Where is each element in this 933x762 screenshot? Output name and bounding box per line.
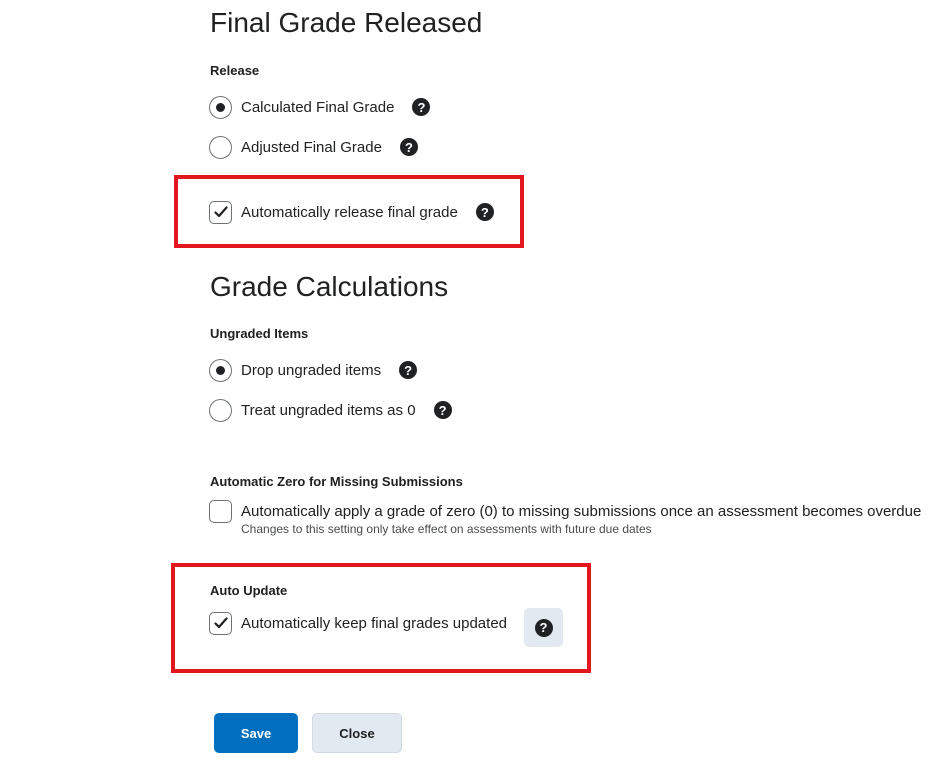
release-section-label: Release — [210, 63, 260, 78]
question-mark-icon[interactable]: ? — [399, 138, 418, 156]
radio-button[interactable] — [209, 135, 232, 159]
radio-button-selected[interactable] — [209, 95, 232, 119]
grade-calculations-heading: Grade Calculations — [210, 271, 449, 302]
question-mark-icon[interactable]: ? — [412, 98, 431, 116]
radio-treat-ungraded-as-zero[interactable]: Treat ungraded items as 0 ? — [209, 398, 452, 422]
radio-drop-ungraded-items[interactable]: Drop ungraded items ? — [209, 358, 418, 382]
question-mark-icon[interactable]: ? — [475, 203, 494, 221]
question-mark-icon[interactable]: ? — [399, 361, 418, 379]
checkmark-icon — [213, 206, 228, 218]
checkbox-checked[interactable] — [209, 200, 232, 224]
radio-calculated-final-grade[interactable]: Calculated Final Grade ? — [209, 95, 431, 119]
ungraded-items-label: Ungraded Items — [210, 326, 309, 341]
auto-update-help-button[interactable]: ? — [524, 608, 563, 647]
radio-button[interactable] — [209, 398, 232, 422]
checkmark-icon — [213, 617, 228, 629]
checkbox-auto-zero-missing[interactable]: Automatically apply a grade of zero (0) … — [209, 499, 921, 523]
checkbox-label: Automatically apply a grade of zero (0) … — [241, 502, 922, 520]
checkbox-auto-release-final-grade[interactable]: Automatically release final grade ? — [209, 200, 494, 224]
radio-label: Drop ungraded items — [241, 361, 382, 379]
checkbox-unchecked[interactable] — [209, 499, 232, 523]
save-button[interactable]: Save — [214, 713, 298, 753]
auto-update-section-label: Auto Update — [210, 583, 288, 598]
final-grade-released-heading: Final Grade Released — [210, 7, 483, 38]
question-mark-icon[interactable]: ? — [433, 401, 452, 419]
checkbox-checked[interactable] — [209, 611, 232, 635]
checkbox-label: Automatically keep final grades updated — [241, 614, 508, 632]
checkbox-auto-keep-updated[interactable]: Automatically keep final grades updated — [209, 611, 507, 635]
automatic-zero-section-label: Automatic Zero for Missing Submissions — [210, 474, 463, 489]
question-mark-icon: ? — [534, 618, 553, 637]
close-button[interactable]: Close — [312, 713, 402, 753]
radio-button-selected[interactable] — [209, 358, 232, 382]
auto-zero-note: Changes to this setting only take effect… — [241, 522, 652, 536]
radio-label: Calculated Final Grade — [241, 98, 395, 116]
radio-adjusted-final-grade[interactable]: Adjusted Final Grade ? — [209, 135, 418, 159]
checkbox-label: Automatically release final grade — [241, 203, 458, 221]
radio-label: Treat ungraded items as 0 — [241, 401, 416, 419]
radio-label: Adjusted Final Grade — [241, 138, 382, 156]
grade-settings-page: Final Grade Released Release Calculated … — [0, 0, 933, 762]
